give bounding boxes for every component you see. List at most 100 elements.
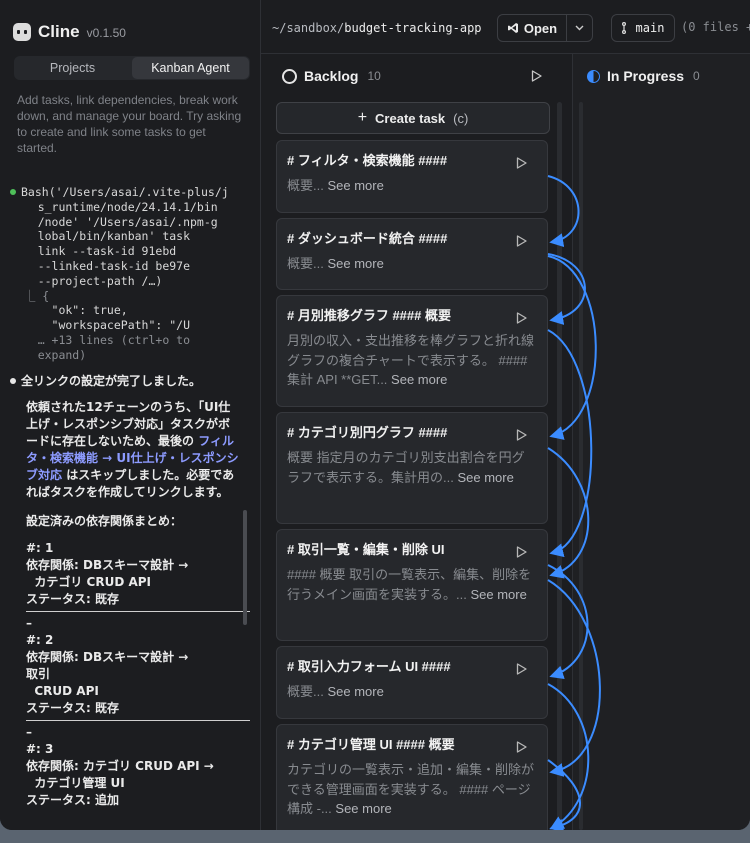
- in-progress-column: In Progress 0: [572, 54, 750, 830]
- done-message: 全リンクの設定が完了しました。: [10, 373, 240, 390]
- dep-num: #: 2: [26, 632, 54, 647]
- card-desc-text: 概要...: [287, 256, 324, 271]
- in-progress-scrollbar[interactable]: [579, 102, 583, 830]
- agent-hint: Add tasks, link dependencies, break work…: [17, 93, 242, 155]
- dep-text: カテゴリ管理 UI: [26, 775, 125, 790]
- card-title: # 取引入力フォーム UI ####: [287, 659, 451, 674]
- card-title: # カテゴリ別円グラフ ####: [287, 425, 448, 440]
- app-name: Cline: [38, 22, 80, 41]
- sidebar-tabs: Projects Kanban Agent: [14, 56, 250, 80]
- expand-hint: expand): [10, 347, 87, 362]
- task-card[interactable]: # 取引一覧・編集・削除 UI #### 概要 取引の一覧表示、編集、削除を行う…: [276, 529, 548, 641]
- divider: [26, 719, 250, 721]
- result-line: "ok": true,: [10, 303, 128, 318]
- dep-text: 依存関係: カテゴリ CRUD API →: [26, 758, 214, 773]
- backlog-play-icon[interactable]: [531, 69, 542, 87]
- backlog-header: Backlog 10: [282, 68, 381, 84]
- in-progress-header: In Progress 0: [587, 68, 700, 84]
- card-desc: 概要... See more: [287, 254, 535, 274]
- task-card[interactable]: # カテゴリ管理 UI #### 概要 カテゴリの一覧表示・追加・編集・削除がで…: [276, 724, 548, 830]
- path-prefix: ~/sandbox/: [272, 21, 345, 35]
- card-title: # フィルタ・検索機能 ####: [287, 153, 448, 168]
- start-task-play-icon[interactable]: [516, 156, 527, 174]
- branch-button[interactable]: main: [611, 14, 675, 42]
- card-desc: 概要 指定月のカテゴリ別支出割合を円グラフで表示する。集計用の... See m…: [287, 448, 535, 487]
- bash-line: Bash('/Users/asai/.vite-plus/j: [21, 185, 229, 199]
- card-desc-text: 概要...: [287, 178, 324, 193]
- see-more-link[interactable]: See more: [327, 256, 383, 271]
- start-task-play-icon[interactable]: [516, 234, 527, 252]
- see-more-link[interactable]: See more: [457, 470, 513, 485]
- bash-call: Bash('/Users/asai/.vite-plus/j s_runtime…: [10, 185, 240, 289]
- task-card[interactable]: # フィルタ・検索機能 #### 概要... See more: [276, 140, 548, 213]
- card-title: # カテゴリ管理 UI #### 概要: [287, 737, 455, 752]
- open-label: Open: [523, 20, 558, 36]
- backlog-scrollbar[interactable]: [557, 102, 562, 830]
- card-title: # ダッシュボード統合 ####: [287, 231, 448, 246]
- result-line: "workspacePath": "/U: [10, 318, 191, 333]
- agent-log: Bash('/Users/asai/.vite-plus/j s_runtime…: [10, 185, 250, 809]
- start-task-play-icon[interactable]: [516, 311, 527, 329]
- start-task-play-icon[interactable]: [516, 428, 527, 446]
- card-title: # 月別推移グラフ #### 概要: [287, 308, 451, 323]
- backlog-column: Backlog 10 + Create task (c) # フィルタ・検索機能…: [261, 54, 571, 830]
- file-changes: (0 files +: [681, 20, 750, 34]
- task-card[interactable]: # ダッシュボード統合 #### 概要... See more: [276, 218, 548, 290]
- dep-text: 依存関係: DBスキーマ設計 →: [26, 649, 189, 664]
- card-desc-text: 概要...: [287, 684, 324, 699]
- expand-hint[interactable]: … +13 lines (ctrl+o to: [10, 333, 240, 348]
- bash-line: s_runtime/node/24.14.1/bin: [10, 199, 218, 214]
- divider-dash: –: [26, 615, 32, 630]
- top-bar: ~/sandbox/budget-tracking-app Open main …: [261, 12, 750, 44]
- open-button[interactable]: Open: [498, 15, 567, 41]
- see-more-link[interactable]: See more: [391, 372, 447, 387]
- done-text: 全リンクの設定が完了しました。: [21, 373, 202, 388]
- card-desc: 月別の収入・支出推移を棒グラフと折れ線グラフの複合チャートで表示する。 ####…: [287, 331, 535, 390]
- start-task-play-icon[interactable]: [516, 545, 527, 563]
- see-more-link[interactable]: See more: [335, 801, 391, 816]
- card-title: # 取引一覧・編集・削除 UI: [287, 542, 445, 557]
- open-dropdown-chevron-down-icon[interactable]: [567, 25, 592, 31]
- in-progress-count: 0: [693, 69, 700, 83]
- bash-line: --project-path /…): [10, 273, 163, 288]
- tab-projects[interactable]: Projects: [14, 56, 131, 80]
- sidebar-scrollbar[interactable]: [243, 510, 247, 625]
- task-card[interactable]: # 取引入力フォーム UI #### 概要... See more: [276, 646, 548, 719]
- app-version: v0.1.50: [86, 26, 126, 40]
- see-more-link[interactable]: See more: [470, 587, 526, 602]
- card-desc: カテゴリの一覧表示・追加・編集・削除ができる管理画面を実装する。 #### ペー…: [287, 760, 535, 819]
- bash-result: ⎿ { "ok": true, "workspacePath": "/U … +…: [10, 289, 240, 363]
- see-more-link[interactable]: See more: [327, 178, 383, 193]
- dep-num: #: 1: [26, 540, 54, 555]
- half-circle-icon: [587, 69, 600, 83]
- cline-logo-icon: [13, 23, 31, 41]
- plus-icon: +: [357, 109, 368, 126]
- card-desc: #### 概要 取引の一覧表示、編集、削除を行うメイン画面を実装する。... S…: [287, 565, 535, 604]
- bash-line: /node' '/Users/asai/.npm-g: [10, 214, 218, 229]
- see-more-link[interactable]: See more: [327, 684, 383, 699]
- start-task-play-icon[interactable]: [516, 740, 527, 758]
- dep-num: #: 3: [26, 741, 54, 756]
- backlog-title: Backlog: [304, 68, 359, 84]
- dep-text: 取引 CRUD API: [26, 666, 99, 698]
- start-task-play-icon[interactable]: [516, 662, 527, 680]
- card-desc: 概要... See more: [287, 682, 535, 702]
- in-progress-title: In Progress: [607, 68, 685, 84]
- backlog-count: 10: [367, 69, 381, 83]
- create-task-button[interactable]: + Create task (c): [276, 102, 550, 134]
- dep-text: カテゴリ CRUD API: [26, 574, 152, 589]
- summary-heading: 設定済みの依存関係まとめ：: [26, 513, 183, 528]
- divider-dash: –: [26, 724, 32, 739]
- message-dot-icon: [10, 377, 16, 384]
- tab-kanban-agent[interactable]: Kanban Agent: [132, 57, 249, 79]
- create-label: Create task: [375, 110, 446, 126]
- create-shortcut: (c): [453, 110, 469, 126]
- bash-line: --linked-task-id be97e: [10, 258, 191, 273]
- task-card[interactable]: # カテゴリ別円グラフ #### 概要 指定月のカテゴリ別支出割合を円グラフで表…: [276, 412, 548, 524]
- project-path: ~/sandbox/budget-tracking-app: [272, 21, 482, 35]
- bash-line: lobal/bin/kanban' task: [10, 229, 191, 244]
- task-card[interactable]: # 月別推移グラフ #### 概要 月別の収入・支出推移を棒グラフと折れ線グラフ…: [276, 295, 548, 407]
- dep-status: ステータス: 既存: [26, 591, 119, 606]
- app-window: Cline v0.1.50 Projects Kanban Agent Add …: [0, 0, 750, 830]
- card-desc: 概要... See more: [287, 176, 535, 196]
